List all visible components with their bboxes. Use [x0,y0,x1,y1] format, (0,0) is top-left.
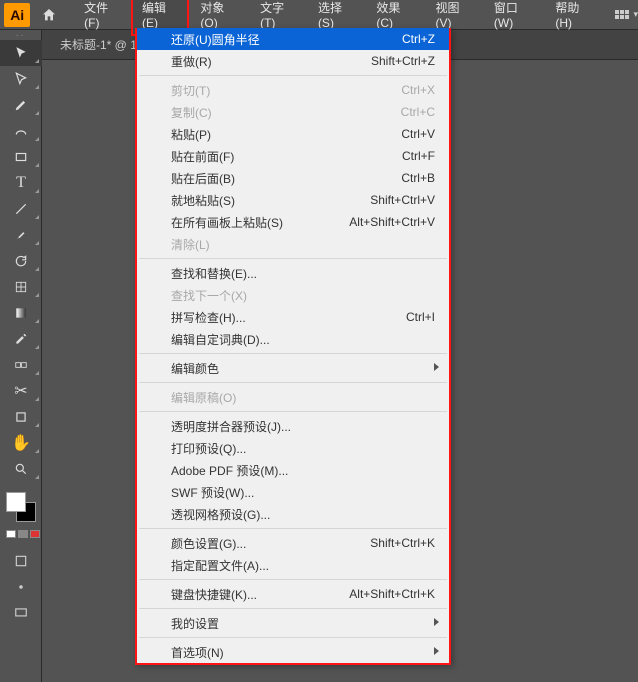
arrange-documents-button[interactable]: ▾ [615,9,638,20]
menuitem-编辑颜色[interactable]: 编辑颜色 [137,357,449,379]
document-tab[interactable]: 未标题-1* @ 1 [50,36,147,53]
menu-separator [139,411,447,412]
hand-tool[interactable]: ✋ [0,430,42,456]
menuitem-查找和替换[interactable]: 查找和替换(E)... [137,262,449,284]
menuitem-在所有画板上粘贴[interactable]: 在所有画板上粘贴(S)Alt+Shift+Ctrl+V [137,211,449,233]
draw-mode-button[interactable] [0,548,42,574]
menuitem-贴在前面[interactable]: 贴在前面(F)Ctrl+F [137,145,449,167]
line-tool[interactable] [0,196,42,222]
submenu-arrow-icon [434,618,439,626]
menuitem-清除: 清除(L) [137,233,449,255]
menuitem-编辑原稿: 编辑原稿(O) [137,386,449,408]
menuitem-复制: 复制(C)Ctrl+C [137,101,449,123]
menu-separator [139,579,447,580]
menu-separator [139,528,447,529]
mesh-tool[interactable] [0,274,42,300]
menu-separator [139,382,447,383]
menuitem-打印预设[interactable]: 打印预设(Q)... [137,437,449,459]
menu-separator [139,608,447,609]
artboard-tool[interactable] [0,404,42,430]
menuitem-贴在后面[interactable]: 贴在后面(B)Ctrl+B [137,167,449,189]
pen-tool[interactable] [0,92,42,118]
menuitem-编辑自定词典[interactable]: 编辑自定词典(D)... [137,328,449,350]
fill-swatch[interactable] [6,492,26,512]
menu-separator [139,75,447,76]
menuitem-透视网格预设[interactable]: 透视网格预设(G)... [137,503,449,525]
panel-grip[interactable]: ∙∙ [0,30,41,40]
menu-帮助[interactable]: 帮助(H) [544,0,603,36]
app-logo: Ai [4,3,30,27]
eyedropper-tool[interactable] [0,326,42,352]
menuitem-拼写检查[interactable]: 拼写检查(H)...Ctrl+I [137,306,449,328]
menuitem-剪切: 剪切(T)Ctrl+X [137,79,449,101]
menuitem-首选项[interactable]: 首选项(N) [137,641,449,663]
menuitem-透明度拼合器预设[interactable]: 透明度拼合器预设(J)... [137,415,449,437]
tools-panel: ∙∙ T ✂ ✋ [0,30,42,682]
menuitem-AdobePDF预设[interactable]: Adobe PDF 预设(M)... [137,459,449,481]
menubar: Ai 文件(F)编辑(E)对象(O)文字(T)选择(S)效果(C)视图(V)窗口… [0,0,638,30]
home-icon[interactable] [38,4,59,26]
menuitem-查找下一个: 查找下一个(X) [137,284,449,306]
rotate-tool[interactable] [0,248,42,274]
change-screen-button[interactable] [0,600,42,626]
brush-tool[interactable] [0,222,42,248]
menu-separator [139,637,447,638]
gradient-tool[interactable] [0,300,42,326]
menuitem-粘贴[interactable]: 粘贴(P)Ctrl+V [137,123,449,145]
scissors-tool[interactable]: ✂ [0,378,42,404]
menuitem-键盘快捷键[interactable]: 键盘快捷键(K)...Alt+Shift+Ctrl+K [137,583,449,605]
menuitem-就地粘贴[interactable]: 就地粘贴(S)Shift+Ctrl+V [137,189,449,211]
menuitem-还原圆角半径[interactable]: 还原(U)圆角半径Ctrl+Z [137,28,449,50]
menuitem-重做[interactable]: 重做(R)Shift+Ctrl+Z [137,50,449,72]
zoom-tool[interactable] [0,456,42,482]
menu-separator [139,353,447,354]
type-tool[interactable]: T [0,170,42,196]
menuitem-颜色设置[interactable]: 颜色设置(G)...Shift+Ctrl+K [137,532,449,554]
fill-stroke-swatches[interactable] [0,488,42,528]
screen-mode-button[interactable] [0,574,42,600]
submenu-arrow-icon [434,647,439,655]
color-mode-switches[interactable] [0,530,41,538]
direct-selection-tool[interactable] [0,66,42,92]
menu-窗口[interactable]: 窗口(W) [483,0,544,36]
menu-separator [139,258,447,259]
edit-menu-dropdown: 还原(U)圆角半径Ctrl+Z重做(R)Shift+Ctrl+Z 剪切(T)Ctr… [135,28,451,665]
curvature-tool[interactable] [0,118,42,144]
submenu-arrow-icon [434,363,439,371]
canvas-area [42,60,137,380]
selection-tool[interactable] [0,40,42,66]
blend-tool[interactable] [0,352,42,378]
menuitem-指定配置文件[interactable]: 指定配置文件(A)... [137,554,449,576]
rectangle-tool[interactable] [0,144,42,170]
menu-文件[interactable]: 文件(F) [73,0,131,36]
menuitem-我的设置[interactable]: 我的设置 [137,612,449,634]
menuitem-SWF预设[interactable]: SWF 预设(W)... [137,481,449,503]
